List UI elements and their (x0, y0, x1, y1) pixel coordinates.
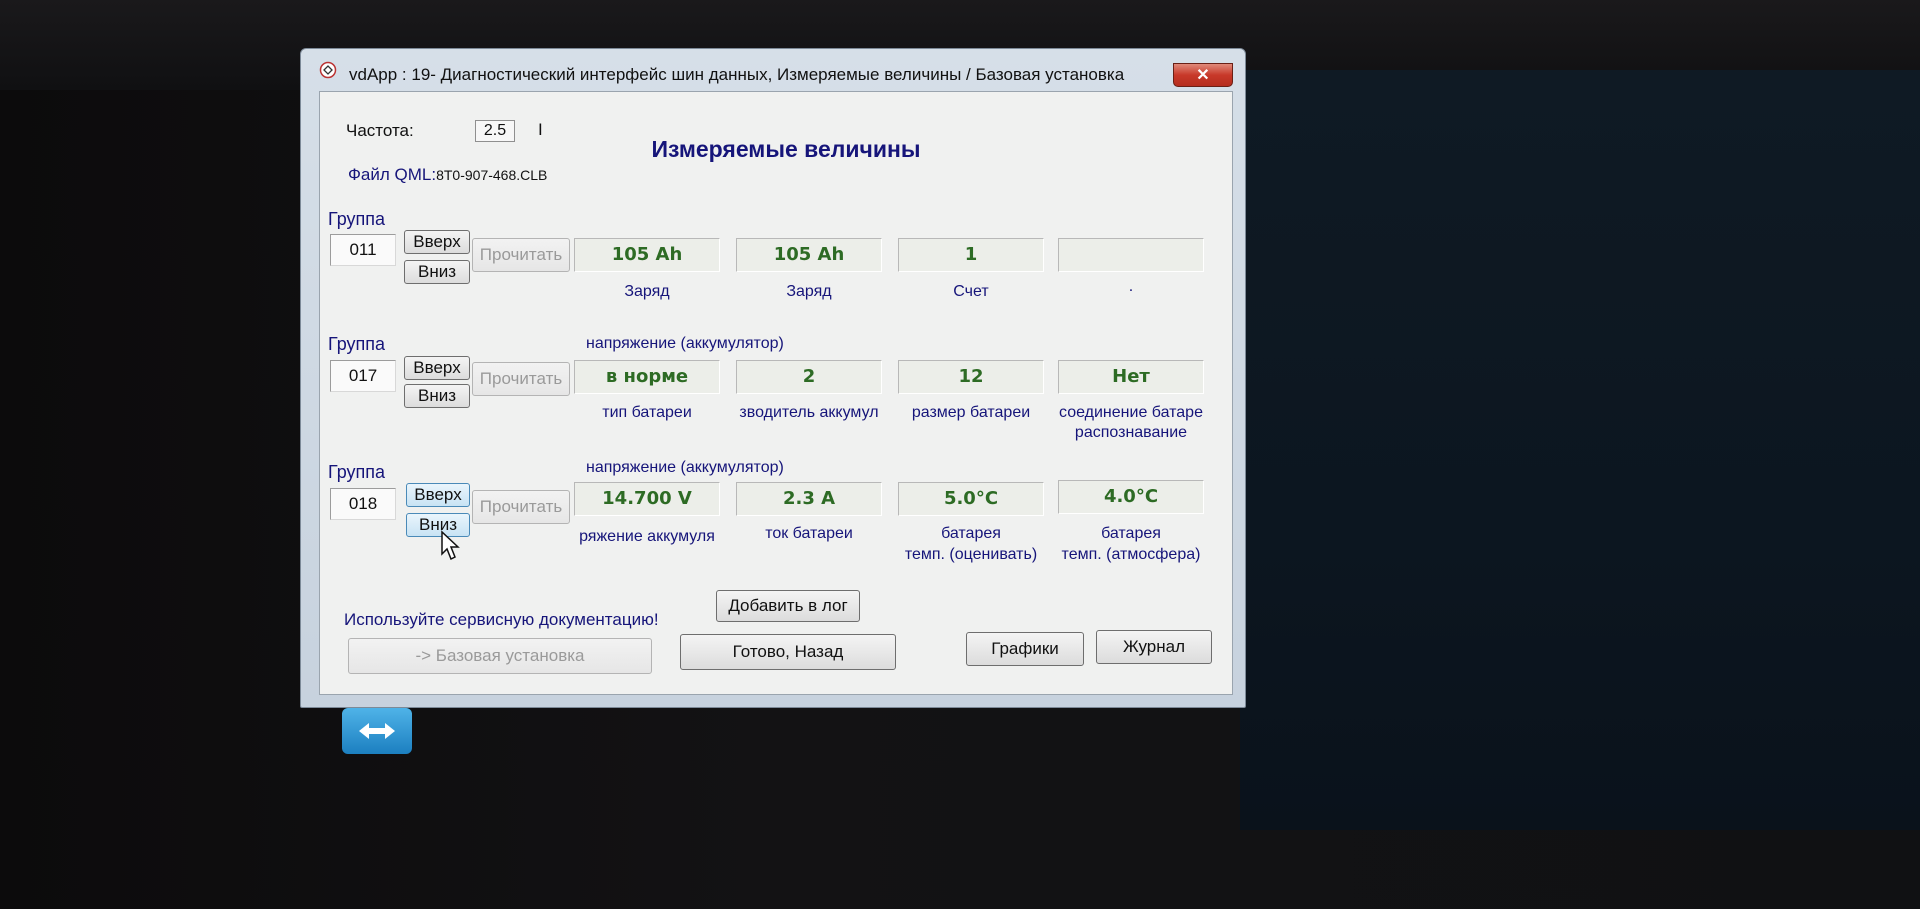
journal-button[interactable]: Журнал (1096, 630, 1212, 664)
value-field: 4.0°C (1058, 480, 1204, 514)
group-down-button[interactable]: Вниз (404, 384, 470, 408)
group-label: Группа (328, 462, 386, 482)
group-subtitle: напряжение (аккумулятор) (586, 335, 784, 352)
qml-file-label-text: Файл QML: (348, 165, 437, 184)
value-field: 105 Ah (736, 238, 882, 272)
group-up-button[interactable]: Вверх (404, 230, 470, 254)
value-field (1058, 238, 1204, 272)
group-number-input[interactable]: 018 (330, 488, 396, 520)
graphs-button[interactable]: Графики (966, 632, 1084, 666)
group-up-button[interactable]: Вверх (406, 483, 470, 507)
frequency-label: Частота: (346, 121, 414, 140)
teamviewer-icon (359, 723, 395, 739)
group-subtitle: напряжение (аккумулятор) (586, 459, 784, 476)
value-field: в норме (574, 360, 720, 394)
value-caption: батарея (941, 525, 1001, 542)
value-caption: тип батареи (602, 404, 692, 421)
value-caption: Заряд (624, 283, 670, 300)
value-field: 2.3 A (736, 482, 882, 516)
value-field: 105 Ah (574, 238, 720, 272)
value-caption: . (1128, 278, 1134, 295)
qml-file-label: Файл QML:8T0-907-468.CLB (348, 165, 547, 185)
value-field: 14.700 V (574, 482, 720, 516)
service-doc-notice: Используйте сервисную документацию! (344, 610, 659, 629)
qml-file-name: 8T0-907-468.CLB (436, 167, 548, 183)
app-icon (319, 61, 337, 79)
add-to-log-button[interactable]: Добавить в лог (716, 590, 860, 622)
window-title: vdApp : 19- Диагностический интерфейс ши… (349, 65, 1125, 84)
teamviewer-taskbar-button[interactable] (342, 708, 412, 754)
group-up-button[interactable]: Вверх (404, 356, 470, 380)
read-button[interactable]: Прочитать (472, 362, 570, 396)
read-button[interactable]: Прочитать (472, 490, 570, 524)
value-field: 5.0°C (898, 482, 1044, 516)
close-button[interactable]: ✕ (1173, 63, 1233, 87)
value-caption: зводитель аккумул (739, 404, 879, 421)
value-caption-line2: темп. (атмосфера) (1061, 546, 1201, 563)
app-window: vdApp : 19- Диагностический интерфейс ши… (300, 48, 1246, 708)
value-caption-line2: распознавание (1074, 424, 1188, 441)
value-caption: батарея (1101, 525, 1161, 542)
title-bar[interactable]: vdApp : 19- Диагностический интерфейс ши… (301, 49, 1245, 89)
value-caption: ток батареи (765, 525, 853, 542)
value-caption: размер батареи (911, 404, 1031, 421)
frequency-input[interactable]: 2.5 (475, 120, 515, 142)
value-field: 12 (898, 360, 1044, 394)
done-back-button[interactable]: Готово, Назад (680, 634, 896, 670)
value-field: 1 (898, 238, 1044, 272)
group-label: Группа (328, 334, 386, 354)
value-caption: Заряд (786, 283, 832, 300)
value-field: Нет (1058, 360, 1204, 394)
mouse-cursor-icon (441, 530, 460, 561)
page-title: Измеряемые величины (651, 136, 921, 162)
desktop-background (1240, 70, 1920, 830)
group-down-button[interactable]: Вниз (404, 260, 470, 284)
read-button[interactable]: Прочитать (472, 238, 570, 272)
value-caption-line2: темп. (оценивать) (904, 546, 1038, 563)
frequency-indicator: I (538, 120, 543, 139)
dialog-client-area: Частота: 2.5 I Измеряемые величины Файл … (319, 91, 1233, 695)
value-caption: соединение батаре (1059, 404, 1203, 421)
value-caption: ряжение аккумуля (579, 528, 715, 545)
group-number-input[interactable]: 011 (330, 234, 396, 266)
close-icon: ✕ (1196, 67, 1210, 84)
value-caption: Счет (953, 283, 989, 300)
value-field: 2 (736, 360, 882, 394)
basic-setting-button[interactable]: -> Базовая установка (348, 638, 652, 674)
group-number-input[interactable]: 017 (330, 360, 396, 392)
group-label: Группа (328, 209, 386, 229)
